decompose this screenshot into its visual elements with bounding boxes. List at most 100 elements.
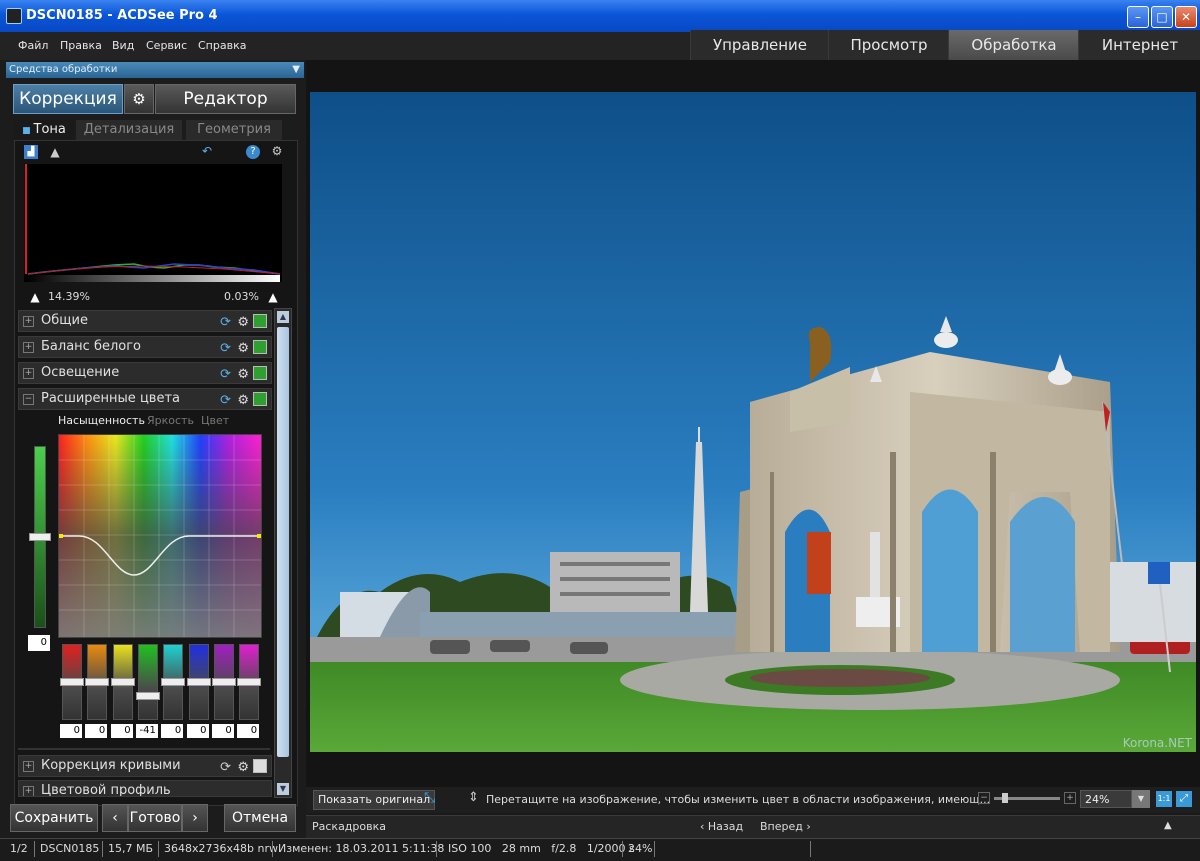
- mode-tab-develop[interactable]: Обработка: [948, 30, 1079, 60]
- menu-help[interactable]: Справка: [198, 39, 246, 52]
- channel-value[interactable]: 0: [161, 724, 184, 738]
- slider-knob[interactable]: [211, 678, 236, 686]
- reset-icon[interactable]: ⟳: [220, 313, 231, 333]
- tab-detail[interactable]: Детализация: [76, 120, 182, 140]
- tab-tones[interactable]: ■ Тона: [14, 120, 74, 140]
- enable-checkbox[interactable]: [253, 314, 267, 328]
- gear-icon[interactable]: ⚙: [124, 84, 154, 114]
- channel-slider[interactable]: [186, 644, 211, 720]
- fit-window-icon[interactable]: ⤢: [1176, 791, 1192, 807]
- channel-slider[interactable]: [237, 644, 262, 720]
- gear-icon[interactable]: ⚙: [237, 313, 249, 333]
- section-white-balance[interactable]: + Баланс белого ⟳ ⚙: [18, 336, 272, 358]
- color-curve-grid[interactable]: [58, 434, 262, 638]
- enable-checkbox[interactable]: [253, 759, 267, 773]
- slider-knob[interactable]: [110, 678, 135, 686]
- master-saturation-slider[interactable]: [29, 446, 51, 628]
- expand-icon[interactable]: +: [23, 316, 34, 327]
- slider-knob[interactable]: [161, 678, 186, 686]
- channel-value[interactable]: -41: [135, 724, 158, 738]
- expand-filmstrip-icon[interactable]: ▲: [1164, 820, 1172, 831]
- save-button[interactable]: Сохранить: [10, 804, 98, 832]
- gear-icon[interactable]: ⚙: [237, 365, 249, 385]
- expand-icon[interactable]: +: [23, 786, 34, 796]
- mode-tab-online[interactable]: Интернет: [1078, 30, 1200, 60]
- channel-slider[interactable]: [211, 644, 236, 720]
- shadow-clip-warning-icon[interactable]: ▲: [28, 290, 42, 304]
- cancel-button[interactable]: Отмена: [224, 804, 296, 832]
- zoom-slider[interactable]: [994, 793, 1060, 803]
- histogram-icon[interactable]: ▟: [24, 145, 38, 159]
- reset-icon[interactable]: ⟳: [220, 365, 231, 385]
- mode-tab-view[interactable]: Просмотр: [828, 30, 949, 60]
- section-curves[interactable]: + Коррекция кривыми ⟳ ⚙: [18, 755, 272, 777]
- help-icon[interactable]: ?: [246, 145, 260, 159]
- menu-edit[interactable]: Правка: [60, 39, 102, 52]
- enable-checkbox[interactable]: [253, 340, 267, 354]
- slider-knob[interactable]: [237, 678, 262, 686]
- expand-icon[interactable]: +: [23, 761, 34, 772]
- photo[interactable]: Korona.NET: [310, 92, 1196, 752]
- enable-checkbox[interactable]: [253, 366, 267, 380]
- actual-size-icon[interactable]: 1:1: [1156, 791, 1172, 807]
- channel-value[interactable]: 0: [211, 724, 234, 738]
- panel-scrollbar[interactable]: ▲ ▼: [274, 308, 292, 798]
- master-value[interactable]: 0: [28, 635, 50, 651]
- menu-view[interactable]: Вид: [112, 39, 134, 52]
- section-color-profile[interactable]: + Цветовой профиль: [18, 780, 272, 797]
- filmstrip-bar[interactable]: Раскадровка ‹ Назад Вперед › ▲: [306, 815, 1200, 838]
- scroll-down-icon[interactable]: ▼: [277, 783, 289, 795]
- back-button[interactable]: ‹ Назад: [700, 820, 743, 833]
- expand-icon[interactable]: +: [23, 368, 34, 379]
- channel-slider[interactable]: [110, 644, 135, 720]
- channel-value[interactable]: 0: [110, 724, 133, 738]
- panel-header[interactable]: Средства обработки ▼: [6, 62, 304, 78]
- maximize-button[interactable]: □: [1151, 6, 1173, 28]
- section-lighting[interactable]: + Освещение ⟳ ⚙: [18, 362, 272, 384]
- fit-screen-icon[interactable]: ⤡: [424, 790, 435, 806]
- chevron-down-icon[interactable]: ▼: [1132, 790, 1150, 808]
- zoom-select[interactable]: 24%: [1080, 790, 1132, 808]
- editor-button[interactable]: Редактор: [155, 84, 296, 114]
- tab-geometry[interactable]: Геометрия: [186, 120, 282, 140]
- menu-tools[interactable]: Сервис: [146, 39, 187, 52]
- highlight-clip-warning-icon[interactable]: ▲: [266, 290, 280, 304]
- next-arrow-icon[interactable]: ›: [182, 804, 208, 832]
- channel-value[interactable]: 0: [186, 724, 209, 738]
- scroll-up-icon[interactable]: ▲: [277, 311, 289, 323]
- mode-hue[interactable]: Цвет: [201, 414, 229, 427]
- channel-slider[interactable]: [85, 644, 110, 720]
- channel-value[interactable]: 0: [85, 724, 108, 738]
- slider-knob[interactable]: [186, 678, 211, 686]
- channel-slider[interactable]: [60, 644, 84, 720]
- slider-knob[interactable]: [135, 692, 160, 700]
- reset-icon[interactable]: ⟳: [220, 758, 231, 778]
- section-general[interactable]: + Общие ⟳ ⚙: [18, 310, 272, 332]
- show-original-button[interactable]: Показать оригинал: [313, 790, 436, 810]
- warning-icon[interactable]: ▲: [48, 145, 62, 159]
- correction-button[interactable]: Коррекция: [13, 84, 123, 114]
- slider-knob[interactable]: [85, 678, 110, 686]
- zoom-out-icon[interactable]: −: [978, 792, 990, 804]
- done-button[interactable]: Готово: [128, 804, 182, 832]
- scroll-thumb[interactable]: [277, 327, 289, 757]
- channel-slider[interactable]: [161, 644, 186, 720]
- enable-checkbox[interactable]: [253, 392, 267, 406]
- collapse-icon[interactable]: −: [23, 394, 34, 405]
- slider-knob[interactable]: [29, 533, 51, 541]
- chevron-down-icon[interactable]: ▼: [289, 62, 300, 78]
- settings-gear-icon[interactable]: ⚙: [270, 144, 284, 158]
- mode-saturation[interactable]: Насыщенность: [58, 414, 145, 427]
- gear-icon[interactable]: ⚙: [237, 758, 249, 778]
- close-button[interactable]: ✕: [1175, 6, 1197, 28]
- zoom-in-icon[interactable]: +: [1064, 792, 1076, 804]
- channel-value[interactable]: 0: [237, 724, 260, 738]
- channel-slider[interactable]: [135, 644, 160, 720]
- channel-value[interactable]: 0: [60, 724, 82, 738]
- mode-lightness[interactable]: Яркость: [147, 414, 194, 427]
- gear-icon[interactable]: ⚙: [237, 339, 249, 359]
- reset-icon[interactable]: ⟳: [220, 391, 231, 411]
- mode-tab-manage[interactable]: Управление: [690, 30, 829, 60]
- zoom-slider-knob[interactable]: [1002, 793, 1008, 803]
- expand-icon[interactable]: +: [23, 342, 34, 353]
